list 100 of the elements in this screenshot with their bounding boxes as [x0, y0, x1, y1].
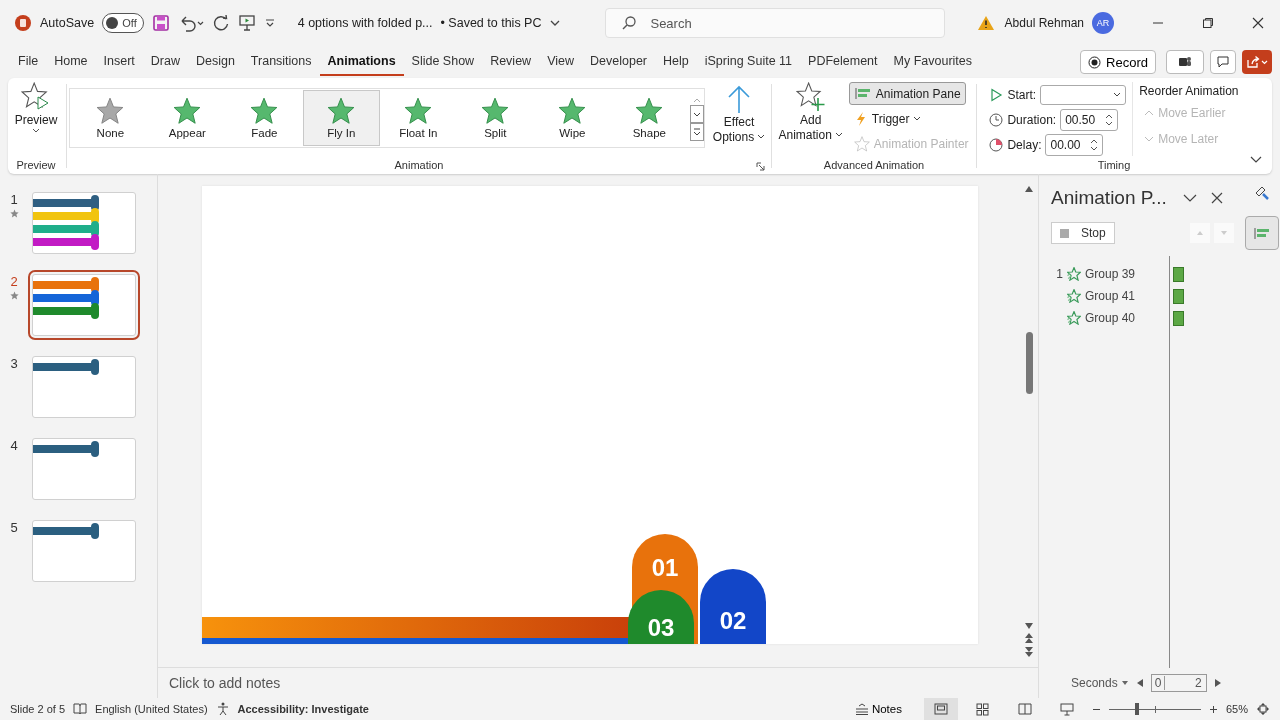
search-field[interactable]: Search [605, 8, 946, 38]
delay-spinner[interactable]: 00.00 [1045, 134, 1104, 156]
ribbon-tab[interactable]: Design [187, 48, 243, 76]
animation-item[interactable]: Group 39 [1085, 267, 1169, 281]
animation-pane-button[interactable]: Animation Pane [848, 82, 966, 105]
document-title[interactable]: 4 options with folded p... [297, 16, 433, 30]
dialog-launcher-icon[interactable] [756, 162, 765, 171]
animation-order: 1 [1055, 267, 1063, 281]
slide-thumbnail[interactable] [32, 192, 136, 254]
effect-options-button[interactable]: Effect Options [708, 82, 770, 144]
ribbon-tab[interactable]: Draw [142, 48, 188, 76]
duration-spinner[interactable]: 00.50 [1060, 109, 1119, 131]
save-icon[interactable] [151, 14, 170, 32]
scroll-up-icon[interactable] [1025, 186, 1033, 192]
animation-effect[interactable]: Split [456, 90, 534, 146]
ribbon-tab[interactable]: Home [46, 48, 96, 76]
star-brush-icon [853, 135, 870, 152]
ribbon-tab[interactable]: Review [482, 48, 540, 76]
book-icon[interactable] [73, 703, 88, 715]
ribbon-tab[interactable]: Developer [582, 48, 655, 76]
animation-effect[interactable]: Appear [148, 90, 226, 146]
scroll-left-icon[interactable] [1136, 679, 1143, 687]
pane-title: Animation P... [1051, 187, 1167, 209]
add-animation-button[interactable]: Add Animation [774, 82, 847, 156]
ribbon-tab[interactable]: Help [655, 48, 697, 76]
autosave-toggle[interactable]: Off [102, 13, 144, 33]
group-label: Advanced Animation [823, 158, 925, 173]
slide-number: 3 [10, 356, 18, 371]
animation-effect[interactable]: Wipe [533, 90, 611, 146]
share-button[interactable] [1242, 50, 1272, 74]
animation-pane-toggle[interactable] [1245, 216, 1279, 250]
fit-to-window-icon[interactable] [1256, 702, 1270, 716]
scroll-down-icon[interactable] [689, 105, 704, 123]
record-button[interactable]: Record [1080, 50, 1156, 74]
trigger-button[interactable]: Trigger [848, 107, 927, 130]
slide-canvas[interactable] [202, 186, 978, 644]
animation-item[interactable]: Group 40 [1085, 311, 1169, 325]
slide-thumbnail[interactable] [32, 520, 136, 582]
scroll-right-icon[interactable] [1214, 679, 1221, 687]
more-icon[interactable] [689, 123, 704, 141]
zoom-level[interactable]: 65% [1225, 703, 1248, 715]
next-slide-icon[interactable] [1025, 647, 1033, 657]
warning-icon[interactable] [976, 15, 995, 31]
group-label: Timing [1097, 158, 1131, 173]
customize-caret-icon[interactable] [263, 17, 276, 29]
close-icon[interactable] [1252, 17, 1264, 29]
comments-button[interactable] [1210, 50, 1236, 74]
previous-slide-icon[interactable] [1025, 633, 1033, 643]
ribbon-tab[interactable]: iSpring Suite 11 [696, 48, 801, 76]
autosave-label: AutoSave [40, 16, 95, 30]
slide-thumbnail[interactable] [32, 356, 136, 418]
close-icon[interactable] [1210, 192, 1223, 204]
presentation-icon[interactable] [237, 14, 256, 32]
preview-button[interactable]: Preview [10, 82, 62, 156]
ribbon-tab[interactable]: Transitions [242, 48, 320, 76]
redo-icon[interactable] [211, 14, 230, 32]
designer-brush-icon[interactable] [1253, 184, 1271, 202]
accessibility-status[interactable]: Accessibility: Investigate [237, 703, 369, 715]
ribbon-tab[interactable]: View [539, 48, 582, 76]
animation-effect[interactable]: Float In [379, 90, 457, 146]
zoom-in-icon[interactable] [1208, 704, 1218, 714]
animation-effect[interactable]: Fly In [302, 90, 380, 146]
ribbon-tab[interactable]: PDFelement [800, 48, 886, 76]
language-label[interactable]: English (United States) [95, 703, 208, 715]
open-book-icon [1017, 703, 1032, 715]
chevron-down-icon[interactable] [1182, 193, 1197, 203]
ribbon-tab[interactable]: My Favourites [885, 48, 981, 76]
ribbon-tab[interactable]: File [10, 48, 47, 76]
notes-button[interactable]: Notes [848, 702, 908, 716]
stop-button[interactable]: Stop [1051, 222, 1115, 244]
ribbon-tab[interactable]: Slide Show [403, 48, 483, 76]
animation-item[interactable]: Group 41 [1085, 289, 1169, 303]
save-status[interactable]: • Saved to this PC [440, 16, 542, 30]
teams-button[interactable] [1166, 50, 1204, 74]
spin-arrows-icon [1090, 138, 1099, 152]
zoom-slider[interactable] [1108, 703, 1201, 715]
delay-label: Delay: [1007, 138, 1042, 152]
scrollbar-thumb[interactable] [1025, 332, 1033, 394]
slide-thumbnail[interactable] [32, 438, 136, 500]
user-name[interactable]: Abdul Rehman [1004, 16, 1084, 30]
user-avatar[interactable]: AR [1092, 12, 1114, 34]
time-scale: 0 2 [1150, 674, 1207, 692]
duration-label: Duration: [1007, 113, 1057, 127]
restore-icon[interactable] [1202, 17, 1214, 29]
scroll-down-icon[interactable] [1025, 623, 1033, 629]
collapse-ribbon-icon[interactable] [1250, 156, 1262, 164]
start-dropdown[interactable] [1040, 85, 1127, 105]
star-icon [404, 97, 433, 125]
animation-effect[interactable]: None [71, 90, 149, 146]
ribbon-tab[interactable]: Insert [95, 48, 143, 76]
animation-effect[interactable]: Fade [225, 90, 303, 146]
timing-bar[interactable] [1173, 288, 1184, 304]
record-icon [1088, 55, 1102, 69]
timing-bar[interactable] [1173, 266, 1184, 282]
animation-effect[interactable]: Shape [610, 90, 688, 146]
normal-view-button[interactable] [923, 698, 958, 720]
accessibility-icon[interactable] [215, 702, 230, 716]
units-dropdown[interactable]: Seconds [1071, 676, 1129, 690]
timing-bar[interactable] [1173, 310, 1184, 326]
ribbon-tab[interactable]: Animations [319, 48, 404, 76]
